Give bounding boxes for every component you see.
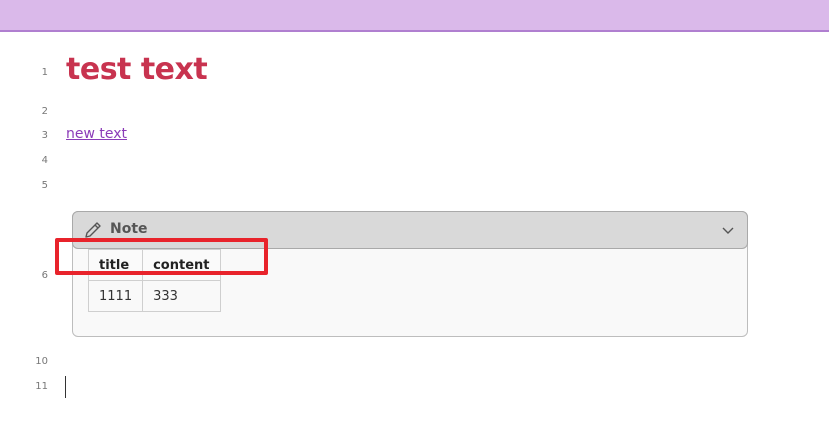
callout-table: title content 1111 333 — [87, 249, 221, 312]
top-bar — [0, 0, 829, 32]
internal-link[interactable]: new text — [66, 126, 127, 142]
table-cell[interactable]: 1111 — [87, 280, 144, 312]
table-header-row: title content — [87, 249, 221, 281]
text-cursor — [65, 376, 66, 398]
line-number: 2 — [41, 106, 48, 117]
line-number: 5 — [41, 180, 48, 191]
callout-header[interactable]: Note — [72, 211, 748, 249]
editor-area[interactable]: 1 2 3 4 5 6 10 11 test text new text Not… — [0, 32, 829, 437]
table-header-cell[interactable]: content — [142, 249, 221, 281]
line-number: 1 — [41, 67, 48, 78]
line-number: 10 — [35, 356, 48, 367]
callout-title: Note — [110, 221, 148, 237]
line-number: 3 — [41, 130, 48, 141]
note-callout[interactable]: Note title content 1111 333 — [72, 211, 748, 337]
heading-1[interactable]: test text — [66, 52, 208, 87]
table-row: 1111 333 — [87, 280, 221, 312]
line-number: 6 — [41, 270, 48, 281]
line-number: 11 — [35, 381, 48, 392]
table-header-cell[interactable]: title — [87, 249, 144, 281]
line-number: 4 — [41, 155, 48, 166]
table-cell[interactable]: 333 — [142, 280, 221, 312]
pencil-icon — [83, 220, 103, 240]
chevron-down-icon[interactable] — [721, 224, 735, 236]
